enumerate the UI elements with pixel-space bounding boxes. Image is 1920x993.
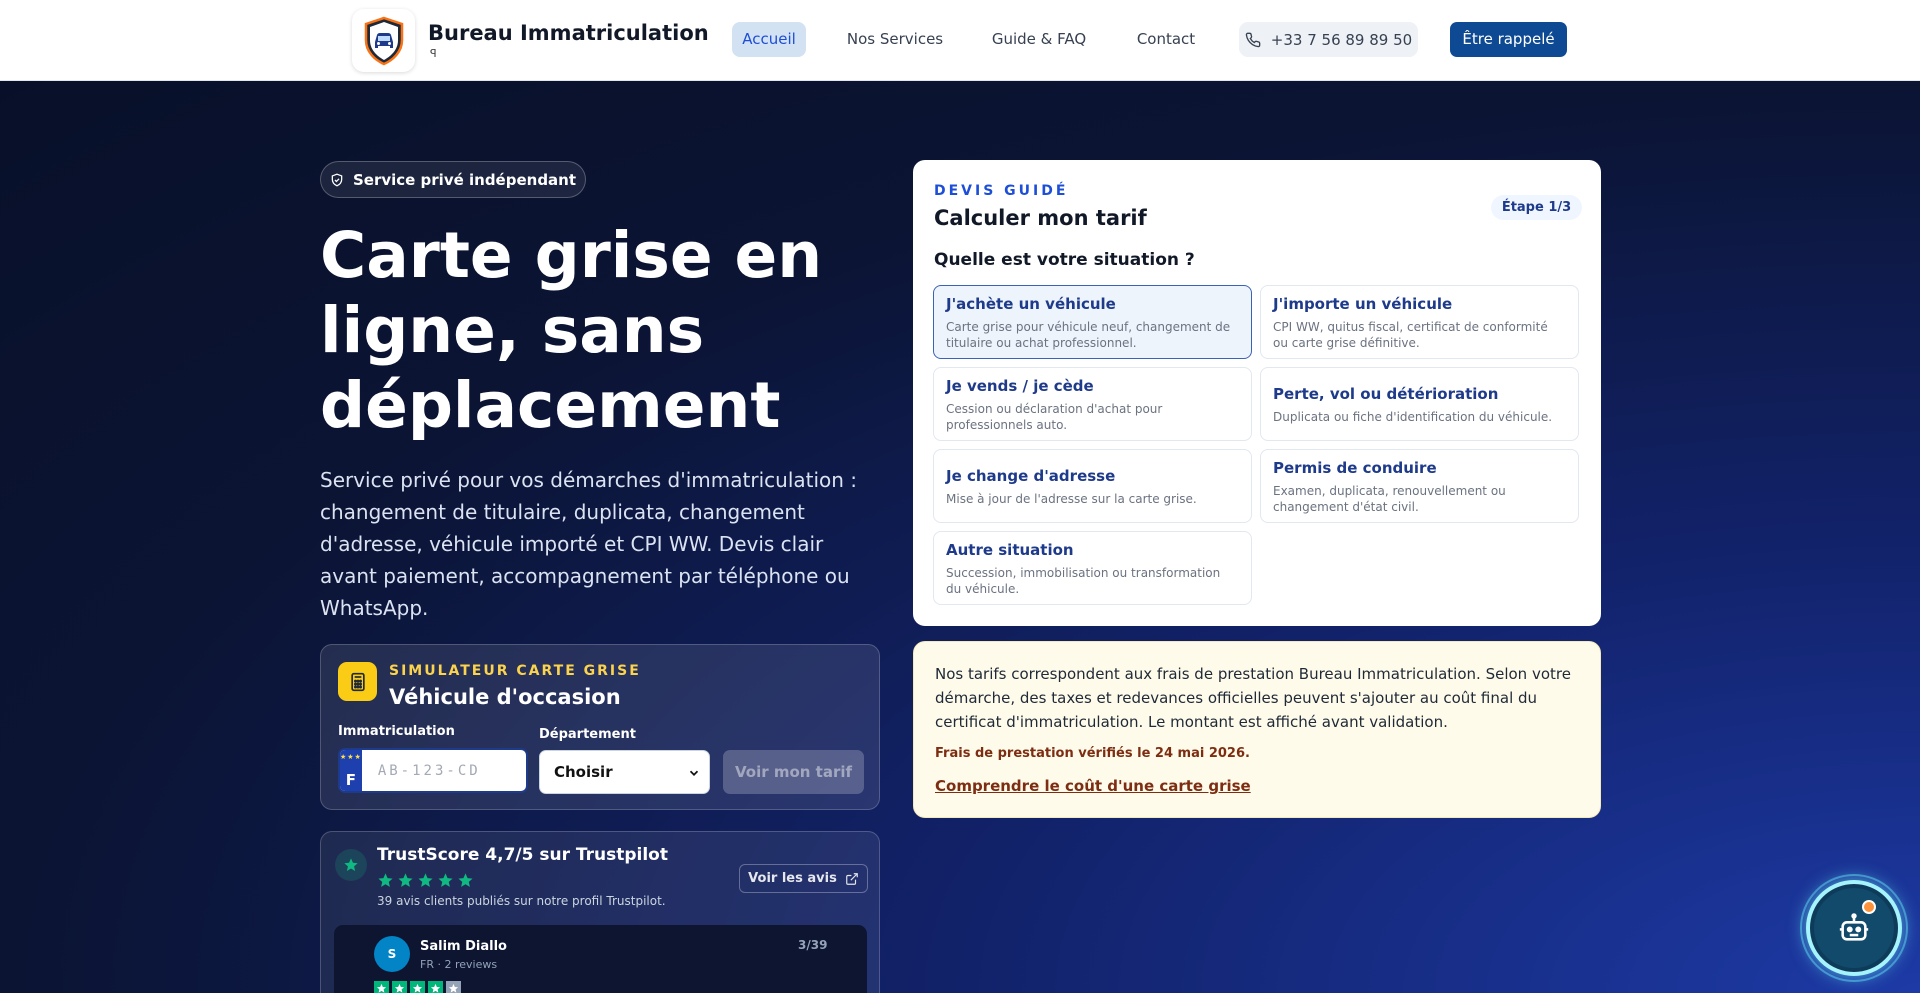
chatbot-ring: [1806, 880, 1902, 976]
situation-question: Quelle est votre situation ?: [934, 250, 1195, 270]
star-icon: [374, 981, 389, 993]
dept-select-value: Choisir: [554, 763, 613, 781]
plate-field: ★★★ F: [338, 748, 528, 793]
option-perte-vol[interactable]: Perte, vol ou détérioration Duplicata ou…: [1260, 367, 1579, 441]
nav-nos-services[interactable]: Nos Services: [838, 22, 952, 57]
quote-kicker: DEVIS GUIDÉ: [934, 183, 1069, 199]
plate-eu-band: ★★★ F: [340, 750, 362, 791]
pricing-info-text: Nos tarifs correspondent aux frais de pr…: [935, 665, 1571, 731]
option-description: Examen, duplicata, renouvellement ou cha…: [1273, 484, 1506, 514]
notification-dot: [1862, 900, 1876, 914]
star-icon: [417, 872, 434, 893]
star-icon: [446, 981, 461, 993]
star-icon: [377, 872, 394, 893]
dept-select[interactable]: Choisir: [539, 750, 710, 794]
see-reviews-label: Voir les avis: [748, 871, 837, 886]
phone-number: +33 7 56 89 89 50: [1270, 30, 1413, 49]
plate-label: Immatriculation: [338, 724, 455, 739]
option-permis-conduire[interactable]: Permis de conduire Examen, duplicata, re…: [1260, 449, 1579, 523]
star-icon: [335, 849, 367, 881]
option-title: J'achète un véhicule: [946, 295, 1116, 313]
option-description: CPI WW, quitus fiscal, certificat de con…: [1273, 320, 1548, 350]
option-description: Carte grise pour véhicule neuf, changeme…: [946, 320, 1231, 350]
trustscore-subtitle: 39 avis clients publiés sur notre profil…: [377, 894, 666, 908]
option-title: Permis de conduire: [1273, 459, 1437, 477]
quote-title: Calculer mon tarif: [934, 206, 1147, 230]
option-change-adresse[interactable]: Je change d'adresse Mise à jour de l'adr…: [933, 449, 1252, 523]
option-title: Perte, vol ou détérioration: [1273, 385, 1499, 403]
option-description: Duplicata ou fiche d'identification du v…: [1273, 410, 1553, 424]
service-badge-label: Service privé indépendant: [352, 170, 577, 189]
star-icon: [428, 981, 443, 993]
option-description: Succession, immobilisation ou transforma…: [946, 566, 1221, 596]
nav-guide-faq[interactable]: Guide & FAQ: [984, 22, 1094, 57]
calculator-icon: [338, 662, 377, 701]
phone-button[interactable]: +33 7 56 89 89 50: [1239, 22, 1418, 57]
review-card: S Salim Diallo FR · 2 reviews 3/39: [334, 925, 867, 993]
option-importe-vehicule[interactable]: J'importe un véhicule CPI WW, quitus fis…: [1260, 285, 1579, 359]
hero-title: Carte grise en ligne, sans déplacement: [320, 219, 823, 442]
site-header: Bureau Immatriculation ꟼ Accueil Nos Ser…: [0, 0, 1920, 81]
callback-button[interactable]: Être rappelé: [1450, 22, 1567, 57]
cost-explainer-link[interactable]: Comprendre le coût d'une carte grise: [935, 777, 1251, 795]
trustscore-title: TrustScore 4,7/5 sur Trustpilot: [377, 845, 668, 865]
pricing-info-card: Nos tarifs correspondent aux frais de pr…: [913, 641, 1601, 818]
eu-stars-icon: ★★★: [340, 753, 362, 761]
trustscore-stars: [377, 872, 474, 893]
option-title: Je change d'adresse: [946, 467, 1116, 485]
plate-country: F: [345, 771, 357, 789]
review-counter: 3/39: [798, 938, 828, 952]
reviewer-meta: FR · 2 reviews: [420, 958, 498, 971]
brand-name[interactable]: Bureau Immatriculation: [428, 21, 709, 45]
option-achete-vehicule[interactable]: J'achète un véhicule Carte grise pour vé…: [933, 285, 1252, 359]
step-badge: Étape 1/3: [1491, 195, 1582, 220]
shield-check-icon: [331, 172, 343, 187]
see-reviews-button[interactable]: Voir les avis: [739, 864, 868, 893]
option-description: Cession ou déclaration d'achat pour prof…: [946, 402, 1163, 432]
chevron-down-icon: [689, 770, 699, 776]
plate-input[interactable]: [361, 750, 526, 791]
simulator-card: SIMULATEUR CARTE GRISE Véhicule d'occasi…: [320, 644, 880, 810]
chatbot-core: [1814, 888, 1894, 968]
nav-accueil[interactable]: Accueil: [732, 22, 806, 57]
star-icon: [437, 872, 454, 893]
option-title: Autre situation: [946, 541, 1074, 559]
option-vends-cede[interactable]: Je vends / je cède Cession ou déclaratio…: [933, 367, 1252, 441]
star-icon: [397, 872, 414, 893]
service-badge: Service privé indépendant: [320, 161, 586, 198]
quote-card: DEVIS GUIDÉ Calculer mon tarif Étape 1/3…: [913, 160, 1601, 626]
pricing-verified-date: Frais de prestation vérifiés le 24 mai 2…: [935, 746, 1250, 761]
brand-subtitle: ꟼ: [430, 47, 437, 60]
see-price-button[interactable]: Voir mon tarif: [723, 750, 864, 794]
nav-contact[interactable]: Contact: [1126, 22, 1206, 57]
dept-label: Département: [539, 727, 636, 742]
shield-car-logo-icon: [364, 16, 403, 65]
option-description: Mise à jour de l'adresse sur la carte gr…: [946, 492, 1197, 506]
star-icon: [410, 981, 425, 993]
brand-logo[interactable]: [352, 9, 415, 72]
trustpilot-card: TrustScore 4,7/5 sur Trustpilot 39 avis …: [320, 831, 880, 993]
simulator-title: Véhicule d'occasion: [389, 685, 621, 709]
robot-icon: [1839, 913, 1869, 941]
hero-description: Service privé pour vos démarches d'immat…: [320, 468, 858, 620]
phone-icon: [1245, 32, 1261, 47]
review-stars: [374, 981, 461, 993]
external-link-icon: [845, 872, 858, 885]
simulator-kicker: SIMULATEUR CARTE GRISE: [389, 663, 641, 679]
avatar: S: [374, 936, 410, 972]
reviewer-name: Salim Diallo: [420, 939, 507, 954]
option-autre-situation[interactable]: Autre situation Succession, immobilisati…: [933, 531, 1252, 605]
star-icon: [457, 872, 474, 893]
star-icon: [392, 981, 407, 993]
option-title: J'importe un véhicule: [1273, 295, 1453, 313]
option-title: Je vends / je cède: [946, 377, 1094, 395]
chatbot-button[interactable]: [1800, 874, 1908, 982]
